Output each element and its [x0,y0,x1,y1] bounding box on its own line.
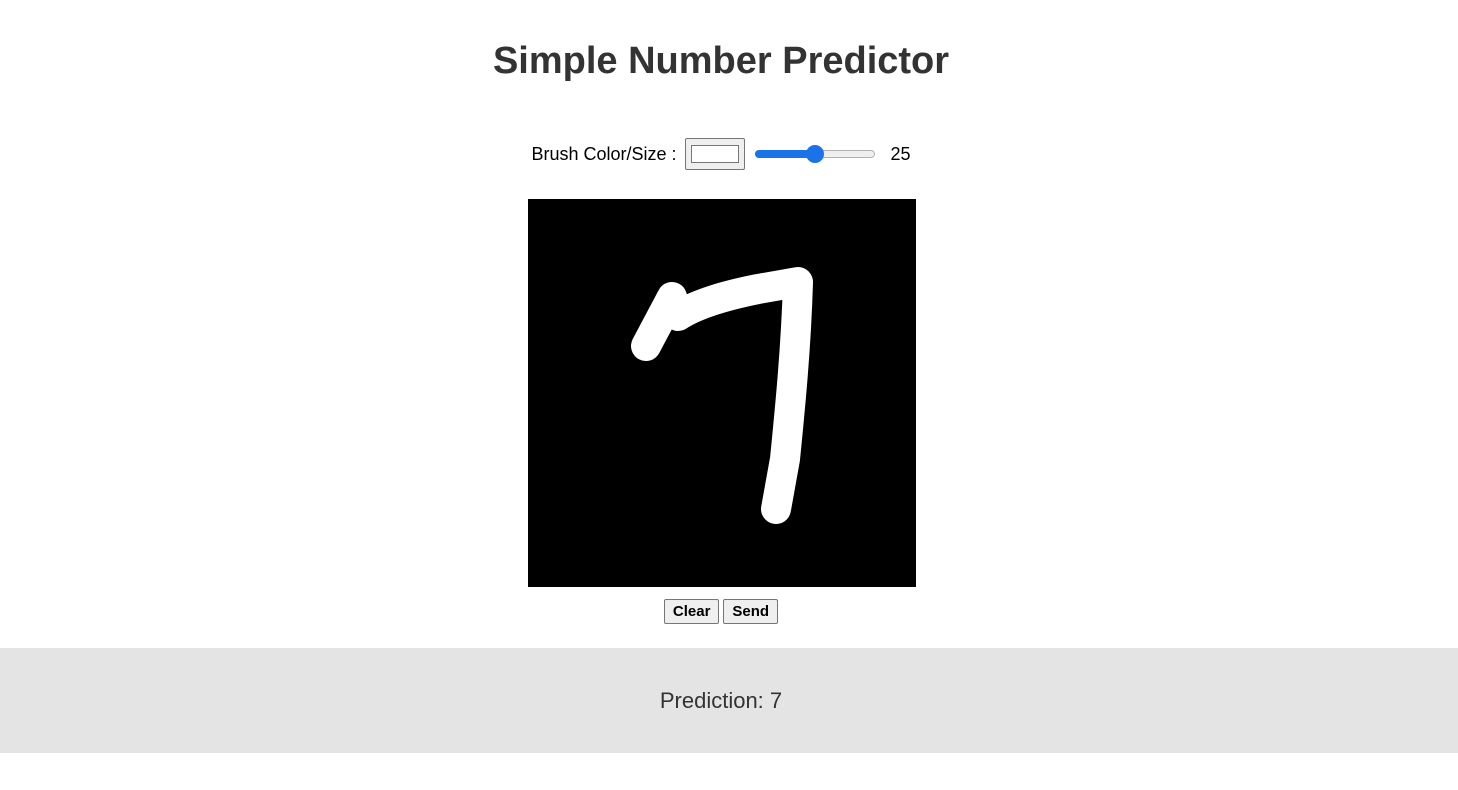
brush-size-slider[interactable] [754,144,875,164]
brush-controls: Brush Color/Size : 25 [0,136,1442,172]
prediction-text: Prediction: 7 [659,687,783,713]
prediction-panel: Prediction: 7 [0,648,1458,753]
brush-color-picker[interactable] [684,138,745,170]
page-title: Simple Number Predictor [492,40,950,82]
drawn-digit-stroke [631,267,813,524]
brush-label: Brush Color/Size : [531,143,677,164]
send-button[interactable]: Send [723,599,779,624]
drawing-svg [631,267,813,524]
drawing-canvas[interactable] [528,199,916,587]
slider-thumb[interactable] [805,145,824,163]
brush-size-value: 25 [890,143,911,164]
page: Simple Number Predictor Brush Color/Size… [0,0,1458,790]
clear-button[interactable]: Clear [663,599,720,624]
action-buttons: Clear Send [0,599,1442,624]
brush-color-swatch [690,145,739,163]
